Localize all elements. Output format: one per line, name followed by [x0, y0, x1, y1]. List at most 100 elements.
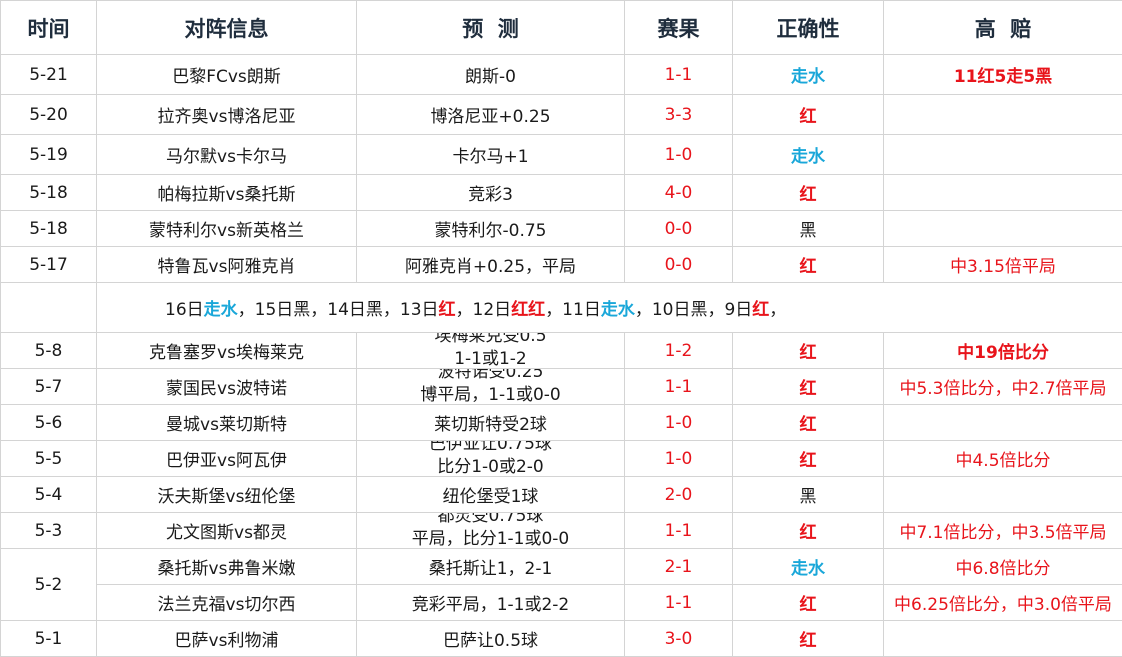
match-cell: 克鲁塞罗vs埃梅莱克	[96, 332, 357, 369]
summary-segment: 红	[752, 300, 770, 320]
correctness-cell: 红	[732, 440, 884, 477]
result-cell: 4-0	[624, 174, 733, 211]
prediction-cell: 莱切斯特受2球	[356, 404, 625, 441]
prediction-line: 巴伊亚让0.75球	[429, 441, 552, 454]
prediction-line: 平局，比分1-1或0-0	[411, 528, 570, 548]
correctness-cell: 红	[732, 246, 884, 283]
date-cell: 5-7	[0, 368, 97, 405]
odds-cell	[883, 210, 1122, 247]
table-row: 5-4 沃夫斯堡vs纽伦堡 纽伦堡受1球 2-0 黑	[0, 476, 1122, 513]
correctness-cell: 走水	[732, 548, 884, 585]
prediction-cell: 卡尔马+1	[356, 134, 625, 175]
summary-segment: 走水	[600, 300, 635, 320]
result-cell: 2-0	[624, 476, 733, 513]
match-cell: 拉齐奥vs博洛尼亚	[96, 94, 357, 135]
header-result: 赛果	[624, 0, 733, 55]
result-cell: 1-1	[624, 54, 733, 95]
table-row: 5-5 巴伊亚vs阿瓦伊 巴伊亚让0.75球 比分1-0或2-0 1-0 红中4.5倍比分	[0, 440, 1122, 477]
odds-cell	[883, 404, 1122, 441]
prediction-line: 1-1或1-2	[454, 348, 527, 368]
correctness-cell: 红	[732, 94, 884, 135]
date-cell: 5-1	[0, 620, 97, 657]
result-cell: 3-0	[624, 620, 733, 657]
summary-segment: ，11日	[545, 300, 601, 320]
odds-cell: 中7.1倍比分，中3.5倍平局	[883, 512, 1122, 549]
date-cell: 5-20	[0, 94, 97, 135]
date-cell: 5-18	[0, 210, 97, 247]
result-cell: 1-1	[624, 584, 733, 621]
correctness-cell: 走水	[732, 54, 884, 95]
correctness-cell: 红	[732, 512, 884, 549]
summary-segment: 走水	[203, 300, 238, 320]
table-row: 5-2 桑托斯vs弗鲁米嫩 桑托斯让1，2-1 2-1 走水 中6.8倍比分	[0, 548, 1122, 621]
odds-cell: 中19倍比分	[883, 332, 1122, 369]
table-row: 5-20 拉齐奥vs博洛尼亚 博洛尼亚+0.25 3-3 红	[0, 94, 1122, 135]
match-cell: 巴黎FCvs朗斯	[96, 54, 357, 95]
result-cell: 1-0	[624, 440, 733, 477]
match-cell: 帕梅拉斯vs桑托斯	[96, 174, 357, 211]
header-date: 时间	[0, 0, 97, 55]
match-cell: 巴萨vs利物浦	[96, 620, 357, 657]
correctness-cell: 红	[732, 368, 884, 405]
summary-segment: ，15日黑，14日黑，13日	[237, 300, 439, 320]
summary-date-cell	[0, 282, 97, 333]
header-correct: 正确性	[732, 0, 884, 55]
match-cell: 沃夫斯堡vs纽伦堡	[96, 476, 357, 513]
date-cell: 5-17	[0, 246, 97, 283]
prediction-cell: 桑托斯让1，2-1	[356, 548, 625, 585]
table-row: 5-3 尤文图斯vs都灵 都灵受0.75球 平局，比分1-1或0-0 1-1 红中7.1倍…	[0, 512, 1122, 549]
prediction-line: 埃梅莱克受0.5	[434, 333, 547, 346]
prediction-cell: 都灵受0.75球平局，比分1-1或0-0	[356, 512, 625, 549]
correctness-cell: 黑	[732, 476, 884, 513]
prediction-cell: 埃梅莱克受0.5 1-1或1-2	[356, 332, 625, 369]
match-cell: 巴伊亚vs阿瓦伊	[96, 440, 357, 477]
summary-segment: ，10日黑，9日	[634, 300, 753, 320]
table-row: 5-8 克鲁塞罗vs埃梅莱克 埃梅莱克受0.5 1-1或1-2 1-2 红中19倍比分	[0, 332, 1122, 369]
header-odds: 高 赔	[883, 0, 1122, 55]
match-cell: 马尔默vs卡尔马	[96, 134, 357, 175]
summary-segment: 16日	[165, 300, 204, 320]
odds-cell: 中5.3倍比分，中2.7倍平局	[883, 368, 1122, 405]
odds-cell: 中6.8倍比分	[883, 548, 1122, 585]
odds-cell	[883, 174, 1122, 211]
date-cell: 5-6	[0, 404, 97, 441]
result-cell: 2-1	[624, 548, 733, 585]
prediction-cell: 博洛尼亚+0.25	[356, 94, 625, 135]
table-row: 5-18 帕梅拉斯vs桑托斯 竞彩3 4-0 红	[0, 174, 1122, 211]
match-cell: 蒙国民vs波特诺	[96, 368, 357, 405]
date-cell: 5-8	[0, 332, 97, 369]
odds-cell: 中6.25倍比分，中3.0倍平局	[883, 584, 1122, 621]
date-cell: 5-19	[0, 134, 97, 175]
prediction-cell: 蒙特利尔-0.75	[356, 210, 625, 247]
correctness-cell: 红	[732, 620, 884, 657]
table-row: 5-21 巴黎FCvs朗斯 朗斯-0 1-1 走水 11红5走5黑	[0, 54, 1122, 95]
correctness-cell: 红	[732, 332, 884, 369]
odds-cell	[883, 94, 1122, 135]
match-cell: 特鲁瓦vs阿雅克肖	[96, 246, 357, 283]
prediction-cell: 巴伊亚让0.75球 比分1-0或2-0	[356, 440, 625, 477]
header-prediction: 预 测	[356, 0, 625, 55]
match-cell: 尤文图斯vs都灵	[96, 512, 357, 549]
summary-text: 16日走水，15日黑，14日黑，13日红，12日红红，11日走水，10日黑，9日…	[96, 282, 1122, 333]
table-row: 5-7 蒙国民vs波特诺 波特诺受0.25 博平局，1-1或0-0 1-1 红中5.3倍比…	[0, 368, 1122, 405]
odds-cell	[883, 476, 1122, 513]
result-cell: 1-0	[624, 134, 733, 175]
table-row: 5-6 曼城vs莱切斯特 莱切斯特受2球 1-0 红	[0, 404, 1122, 441]
match-cell: 桑托斯vs弗鲁米嫩	[96, 548, 357, 585]
result-cell: 1-1	[624, 512, 733, 549]
prediction-cell: 竞彩平局，1-1或2-2	[356, 584, 625, 621]
prediction-line: 博平局，1-1或0-0	[420, 384, 561, 404]
date-cell: 5-21	[0, 54, 97, 95]
prediction-cell: 纽伦堡受1球	[356, 476, 625, 513]
result-cell: 1-1	[624, 368, 733, 405]
summary-row: 16日走水，15日黑，14日黑，13日红，12日红红，11日走水，10日黑，9日…	[0, 282, 1122, 333]
correctness-cell: 红	[732, 584, 884, 621]
prediction-line: 都灵受0.75球	[437, 513, 544, 526]
result-cell: 0-0	[624, 246, 733, 283]
prediction-cell: 阿雅克肖+0.25，平局	[356, 246, 625, 283]
date-cell: 5-4	[0, 476, 97, 513]
prediction-cell: 竞彩3	[356, 174, 625, 211]
correctness-cell: 黑	[732, 210, 884, 247]
table-row: 5-19 马尔默vs卡尔马 卡尔马+1 1-0 走水	[0, 134, 1122, 175]
odds-cell	[883, 620, 1122, 657]
